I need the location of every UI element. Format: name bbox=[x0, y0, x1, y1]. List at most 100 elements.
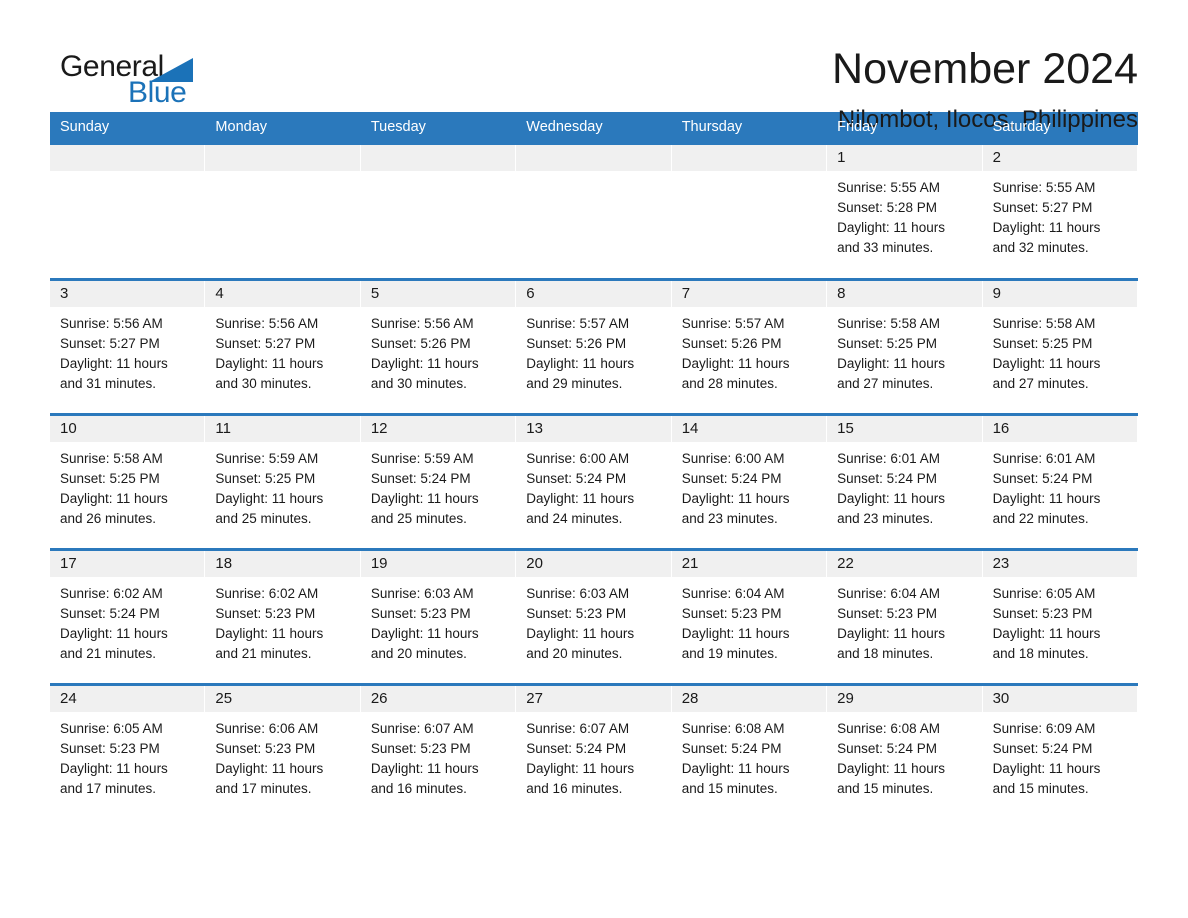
day-cell[interactable]: 17 Sunrise: 6:02 AM Sunset: 5:24 PM Dayligh… bbox=[50, 551, 206, 683]
day-cell[interactable]: 13 Sunrise: 6:00 AM Sunset: 5:24 PM Dayligh… bbox=[516, 416, 672, 548]
day-info: Sunrise: 5:56 AM Sunset: 5:26 PM Daylight:… bbox=[361, 307, 516, 394]
sunrise-text: Sunrise: 6:05 AM bbox=[992, 586, 1096, 601]
day-number-band bbox=[50, 145, 206, 171]
sunset-text: Sunset: 5:26 PM bbox=[681, 336, 782, 351]
daylight-text-line2: and 25 minutes. bbox=[370, 511, 467, 526]
day-cell[interactable]: 23 Sunrise: 6:05 AM Sunset: 5:23 PM Dayligh… bbox=[982, 551, 1138, 683]
day-cell[interactable]: 9 Sunrise: 5:58 AM Sunset: 5:25 PM Daylight… bbox=[982, 281, 1138, 413]
day-info: Sunrise: 5:59 AM Sunset: 5:25 PM Daylight:… bbox=[205, 442, 360, 529]
day-number-band bbox=[671, 145, 828, 171]
sunset-text: Sunset: 5:24 PM bbox=[992, 741, 1093, 756]
day-number: 24 bbox=[60, 690, 77, 707]
day-number-band bbox=[205, 145, 361, 171]
sunset-text: Sunset: 5:23 PM bbox=[370, 741, 471, 756]
day-cell[interactable]: 28 Sunrise: 6:08 AM Sunset: 5:24 PM Dayligh… bbox=[671, 686, 828, 818]
day-cell[interactable]: 2 Sunrise: 5:55 AM Sunset: 5:27 PM Daylight… bbox=[982, 145, 1138, 278]
day-cell-empty bbox=[516, 145, 672, 278]
day-number-band: 21 bbox=[671, 551, 828, 577]
day-info: Sunrise: 6:00 AM Sunset: 5:24 PM Daylight:… bbox=[672, 442, 827, 529]
weekday-header-friday: Friday bbox=[837, 119, 878, 135]
day-info: Sunrise: 6:09 AM Sunset: 5:24 PM Daylight:… bbox=[983, 712, 1138, 799]
day-cell[interactable]: 24 Sunrise: 6:05 AM Sunset: 5:23 PM Dayligh… bbox=[50, 686, 206, 818]
daylight-text-line1: Daylight: 11 hours bbox=[992, 491, 1101, 506]
sunset-text: Sunset: 5:24 PM bbox=[60, 606, 160, 621]
weekday-header-tuesday: Tuesday bbox=[370, 119, 426, 135]
day-cell[interactable]: 20 Sunrise: 6:03 AM Sunset: 5:23 PM Dayligh… bbox=[516, 551, 672, 683]
day-cell[interactable]: 18 Sunrise: 6:02 AM Sunset: 5:23 PM Dayligh… bbox=[205, 551, 361, 683]
day-number: 5 bbox=[370, 285, 380, 302]
day-number: 10 bbox=[60, 420, 77, 437]
day-cell[interactable]: 8 Sunrise: 5:58 AM Sunset: 5:25 PM Daylight… bbox=[827, 281, 983, 413]
day-number: 28 bbox=[681, 690, 699, 707]
day-cell[interactable]: 22 Sunrise: 6:04 AM Sunset: 5:23 PM Dayligh… bbox=[827, 551, 983, 683]
day-cell[interactable]: 27 Sunrise: 6:07 AM Sunset: 5:24 PM Dayligh… bbox=[516, 686, 672, 818]
calendar-page: General Blue November 2024 Nilombot, Ilo… bbox=[0, 0, 1188, 918]
day-info: Sunrise: 6:02 AM Sunset: 5:24 PM Daylight:… bbox=[50, 577, 205, 664]
day-info: Sunrise: 5:58 AM Sunset: 5:25 PM Daylight:… bbox=[50, 442, 205, 529]
weekday-header-sunday: Sunday bbox=[60, 119, 110, 135]
day-info: Sunrise: 6:03 AM Sunset: 5:23 PM Daylight:… bbox=[516, 577, 671, 664]
daylight-text-line1: Daylight: 11 hours bbox=[681, 626, 790, 641]
day-number: 26 bbox=[370, 690, 388, 707]
day-cell[interactable]: 25 Sunrise: 6:06 AM Sunset: 5:23 PM Dayligh… bbox=[205, 686, 361, 818]
day-cell[interactable]: 15 Sunrise: 6:01 AM Sunset: 5:24 PM Dayligh… bbox=[827, 416, 983, 548]
day-cell[interactable]: 30 Sunrise: 6:09 AM Sunset: 5:24 PM Dayligh… bbox=[982, 686, 1138, 818]
day-cell[interactable]: 4 Sunrise: 5:56 AM Sunset: 5:27 PM Daylight… bbox=[205, 281, 361, 413]
daylight-text-line2: and 23 minutes. bbox=[837, 511, 934, 526]
sunset-text: Sunset: 5:24 PM bbox=[370, 471, 471, 486]
general-blue-logo[interactable]: General Blue bbox=[60, 44, 210, 110]
calendar-week-row: 3 Sunrise: 5:56 AM Sunset: 5:27 PM Daylight… bbox=[50, 278, 1138, 413]
day-cell[interactable]: 3 Sunrise: 5:56 AM Sunset: 5:27 PM Daylight… bbox=[50, 281, 206, 413]
day-cell[interactable]: 11 Sunrise: 5:59 AM Sunset: 5:25 PM Dayligh… bbox=[205, 416, 361, 548]
sunrise-text: Sunrise: 6:09 AM bbox=[992, 721, 1096, 736]
day-cell[interactable]: 19 Sunrise: 6:03 AM Sunset: 5:23 PM Dayligh… bbox=[360, 551, 517, 683]
day-cell[interactable]: 10 Sunrise: 5:58 AM Sunset: 5:25 PM Dayligh… bbox=[50, 416, 206, 548]
day-info: Sunrise: 6:04 AM Sunset: 5:23 PM Daylight:… bbox=[827, 577, 982, 664]
sunset-text: Sunset: 5:23 PM bbox=[837, 606, 937, 621]
day-cell[interactable]: 5 Sunrise: 5:56 AM Sunset: 5:26 PM Daylight… bbox=[360, 281, 517, 413]
day-number-band: 10 bbox=[50, 416, 206, 442]
day-number-band: 22 bbox=[827, 551, 983, 577]
daylight-text-line1: Daylight: 11 hours bbox=[60, 626, 168, 641]
day-info: Sunrise: 6:08 AM Sunset: 5:24 PM Daylight:… bbox=[827, 712, 982, 799]
day-cell-empty bbox=[205, 145, 361, 278]
sunset-text: Sunset: 5:23 PM bbox=[681, 606, 782, 621]
day-cell[interactable]: 14 Sunrise: 6:00 AM Sunset: 5:24 PM Dayligh… bbox=[671, 416, 828, 548]
sunrise-text: Sunrise: 6:07 AM bbox=[370, 721, 474, 736]
day-number-band: 4 bbox=[205, 281, 361, 307]
daylight-text-line1: Daylight: 11 hours bbox=[60, 491, 168, 506]
daylight-text-line1: Daylight: 11 hours bbox=[526, 356, 635, 371]
day-info: Sunrise: 6:06 AM Sunset: 5:23 PM Daylight:… bbox=[205, 712, 360, 799]
daylight-text-line1: Daylight: 11 hours bbox=[681, 356, 790, 371]
day-cell[interactable]: 21 Sunrise: 6:04 AM Sunset: 5:23 PM Dayligh… bbox=[671, 551, 828, 683]
day-info: Sunrise: 5:55 AM Sunset: 5:27 PM Daylight:… bbox=[983, 171, 1138, 258]
sunset-text: Sunset: 5:26 PM bbox=[370, 336, 471, 351]
weekday-header-wednesday: Wednesday bbox=[526, 119, 603, 135]
day-cell[interactable]: 29 Sunrise: 6:08 AM Sunset: 5:24 PM Dayligh… bbox=[827, 686, 983, 818]
day-number: 4 bbox=[215, 285, 224, 302]
day-cell[interactable]: 7 Sunrise: 5:57 AM Sunset: 5:26 PM Daylight… bbox=[671, 281, 828, 413]
day-number-band bbox=[360, 145, 517, 171]
sunset-text: Sunset: 5:27 PM bbox=[215, 336, 316, 351]
day-number: 29 bbox=[837, 690, 854, 707]
day-number-band: 18 bbox=[205, 551, 361, 577]
sunset-text: Sunset: 5:24 PM bbox=[526, 741, 627, 756]
day-cell-empty bbox=[360, 145, 517, 278]
sunset-text: Sunset: 5:25 PM bbox=[837, 336, 937, 351]
day-number: 11 bbox=[215, 420, 231, 437]
day-cell[interactable]: 12 Sunrise: 5:59 AM Sunset: 5:24 PM Dayligh… bbox=[360, 416, 517, 548]
sunset-text: Sunset: 5:23 PM bbox=[215, 606, 316, 621]
calendar-week-row: 17 Sunrise: 6:02 AM Sunset: 5:24 PM Dayligh… bbox=[50, 548, 1138, 683]
sunset-text: Sunset: 5:23 PM bbox=[370, 606, 471, 621]
daylight-text-line2: and 20 minutes. bbox=[370, 646, 467, 661]
daylight-text-line2: and 16 minutes. bbox=[370, 781, 467, 796]
day-info: Sunrise: 5:59 AM Sunset: 5:24 PM Daylight:… bbox=[361, 442, 516, 529]
daylight-text-line2: and 29 minutes. bbox=[526, 376, 623, 391]
sunrise-text: Sunrise: 6:03 AM bbox=[370, 586, 474, 601]
sunrise-text: Sunrise: 6:02 AM bbox=[60, 586, 163, 601]
day-cell[interactable]: 16 Sunrise: 6:01 AM Sunset: 5:24 PM Dayligh… bbox=[982, 416, 1138, 548]
sunrise-text: Sunrise: 5:58 AM bbox=[992, 316, 1096, 331]
day-cell[interactable]: 6 Sunrise: 5:57 AM Sunset: 5:26 PM Daylight… bbox=[516, 281, 672, 413]
day-cell[interactable]: 1 Sunrise: 5:55 AM Sunset: 5:28 PM Daylight… bbox=[827, 145, 983, 278]
day-cell[interactable]: 26 Sunrise: 6:07 AM Sunset: 5:23 PM Dayligh… bbox=[360, 686, 517, 818]
